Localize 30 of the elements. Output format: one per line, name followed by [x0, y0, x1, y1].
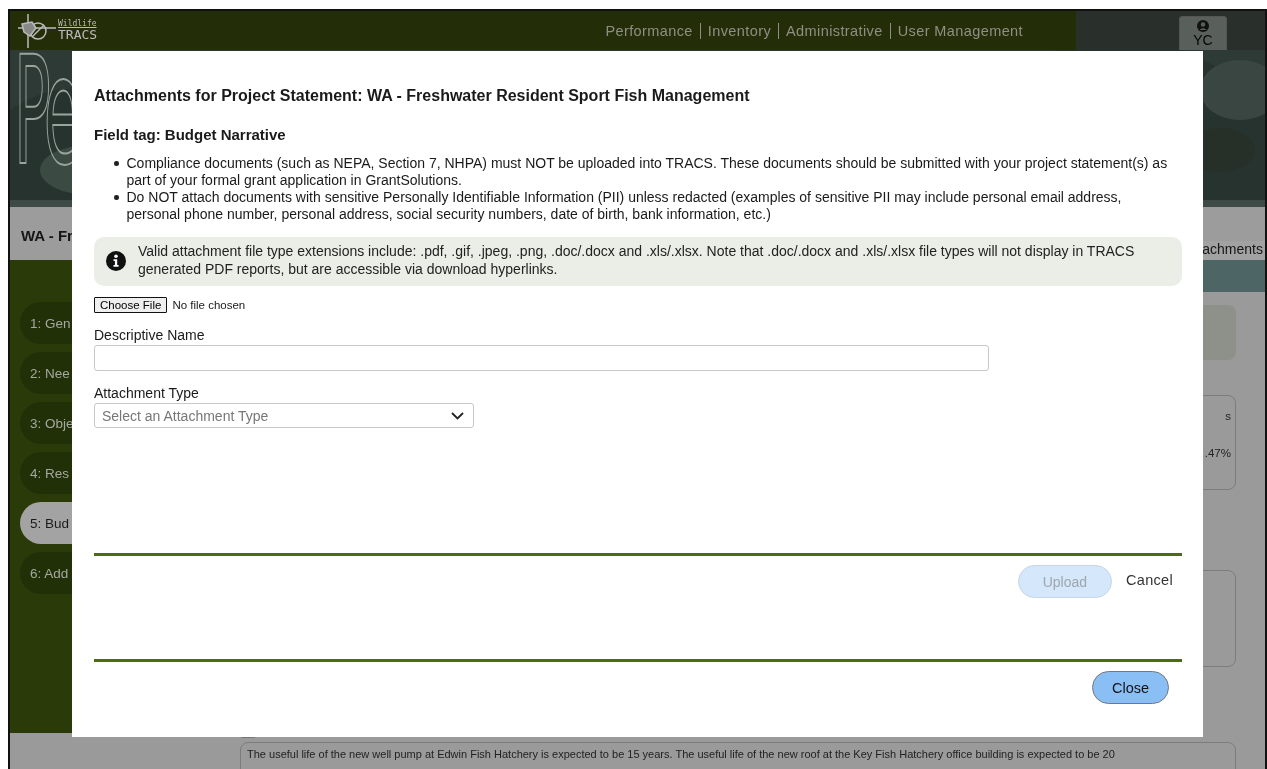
- field-label: Descriptive Name: [94, 327, 206, 343]
- info-icon: [106, 250, 126, 271]
- select-field[interactable]: Select an Attachment Type: [94, 403, 474, 428]
- logo-text: TRACS: [58, 28, 98, 41]
- nav-link[interactable]: Administrative: [778, 22, 890, 39]
- card-text: s: [1225, 410, 1231, 422]
- dialog-title: Attachments for Project Statement: WA - Freshwater Resident Sport Fish Management: [94, 87, 751, 105]
- close-button[interactable]: Close: [1092, 671, 1169, 704]
- field-label: Attachment Type: [94, 385, 200, 401]
- bullet-icon: [114, 161, 119, 166]
- file-status: No file chosen: [172, 299, 246, 311]
- info-text: Valid attachment file type extensions include: .pdf, .gif, .jpeg, .png, .doc/.docx and .xls/.xlsx. Note that .doc/.docx and .xls/.xlsx file types will not display in TRACS generated PDF reports, but are accessible via download hyperlinks.: [138, 243, 1136, 278]
- field-tag: Field tag: Budget Narrative: [94, 126, 1182, 143]
- cancel-button[interactable]: Cancel: [1126, 572, 1173, 588]
- nav-link[interactable]: Performance: [598, 22, 700, 39]
- nav-link[interactable]: User Management: [889, 22, 1030, 39]
- narrative-text: The useful life of the new well pump at Edwin Fish Hatchery is expected to be 15 years. The useful life of the new roof at the Key Fish Hatchery office building is expected to be 20: [240, 742, 1236, 769]
- user-icon: [1197, 20, 1209, 32]
- bullet-text: Do NOT attach documents with sensitive Personally Identifiable Information (PII) unless redacted (examples of sensitive PII may include personal email address, personal phone number, personal address, social security numbers, date of birth, bank information, etc.): [126, 189, 1123, 223]
- project-title: WA - Fr: [21, 227, 73, 244]
- bullet-icon: [114, 195, 119, 200]
- upload-button: Upload: [1017, 565, 1113, 598]
- card-text: .47%: [1204, 447, 1231, 459]
- bullet-text: Compliance documents (such as NEPA, Section 7, NHPA) must NOT be uploaded into TRACS. These documents should be submitted with your project statement(s) as part of your formal grant application in GrantSolutions.: [126, 155, 1169, 189]
- choose-file-button[interactable]: Choose File: [94, 297, 168, 313]
- logo-text: Wildlife: [58, 20, 98, 28]
- emblem-icon: [18, 13, 56, 48]
- chevron-down-icon: [451, 411, 464, 420]
- nav-link[interactable]: Inventory: [699, 22, 779, 39]
- text-field[interactable]: [94, 345, 989, 371]
